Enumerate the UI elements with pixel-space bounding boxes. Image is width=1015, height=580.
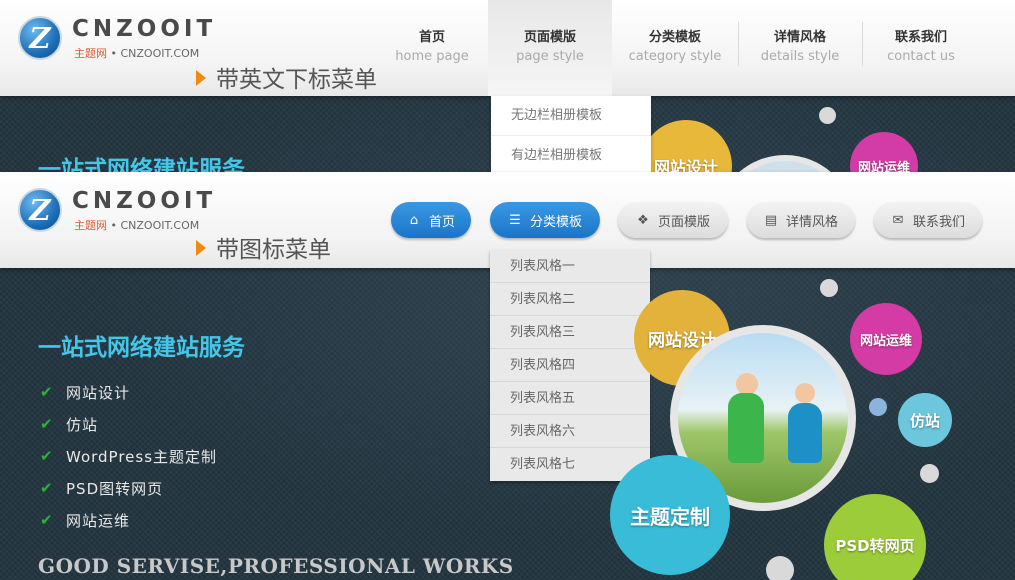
nav-pill-page-style[interactable]: ❖ 页面模版 [618,202,728,238]
check-icon: ✔ [40,415,54,433]
decor-dot [819,107,836,124]
feature-item: ✔ 仿站 [40,415,99,434]
dropdown-item[interactable]: 列表风格四 [490,349,650,382]
nav-pill-home[interactable]: ⌂ 首页 [391,202,471,238]
dropdown-category: 列表风格一 列表风格二 列表风格三 列表风格四 列表风格五 列表风格六 列表风格… [490,250,650,481]
envelope-icon: ✉ [892,212,904,228]
nav-item-details-style[interactable]: 详情风格 details style [738,0,862,96]
arrow-right-icon [196,70,206,86]
nav-pill-details-style[interactable]: ▤ 详情风格 [747,202,855,238]
logo-brand: CNZOOIT [72,188,217,214]
bubble-theme-custom: 主题定制 [610,455,730,575]
check-icon: ✔ [40,479,54,497]
dropdown-item[interactable]: 无边栏相册模板 [491,96,651,136]
feature-item: ✔ PSD图转网页 [40,479,164,498]
dropbox-icon: ❖ [637,212,649,228]
nav-pill-contact[interactable]: ✉ 联系我们 [874,202,982,238]
main-nav-english: 首页 home page 页面模版 page style 分类模板 catego… [376,0,980,96]
check-icon: ✔ [40,383,54,401]
logo[interactable]: Z CNZOOIT 主题网 • CNZOOIT.COM [18,186,218,236]
list-icon: ☰ [509,212,521,228]
dropdown-item[interactable]: 列表风格二 [490,283,650,316]
caption-english-subtitle-menu: 带英文下标菜单 [196,60,377,94]
dropdown-item[interactable]: 列表风格六 [490,415,650,448]
feature-item: ✔ WordPress主题定制 [40,447,218,466]
dropdown-item[interactable]: 列表风格三 [490,316,650,349]
nav-item-page-style[interactable]: 页面模版 page style [488,0,612,96]
feature-list: ✔ 网站设计 ✔ 仿站 ✔ WordPress主题定制 ✔ PSD图转网页 ✔ 网站运维 [40,376,217,536]
check-icon: ✔ [40,447,54,465]
dropdown-item[interactable]: 有边栏相册模板 [491,136,651,172]
dropdown-item[interactable]: 列表风格五 [490,382,650,415]
slogan: GOOD SERVISE,PROFESSIONAL WORKS [38,554,514,578]
arrow-right-icon [196,240,206,256]
nav-item-home[interactable]: 首页 home page [376,0,488,96]
hero-title: 一站式网络建站服务 [38,335,245,361]
logo-brand: CNZOOIT [72,16,217,42]
decor-dot [820,279,838,297]
dropdown-item[interactable]: 列表风格一 [490,250,650,283]
check-icon: ✔ [40,511,54,529]
header-english-subtitle-menu: Z CNZOOIT 主题网 • CNZOOIT.COM 带英文下标菜单 首页 h… [0,0,1015,96]
logo-subtitle: 主题网 • CNZOOIT.COM [74,219,200,232]
nav-item-category-style[interactable]: 分类模板 category style [612,0,738,96]
nav-pill-category[interactable]: ☰ 分类模板 [490,202,600,238]
bubble-clone-site: 仿站 [898,393,952,447]
logo[interactable]: Z CNZOOIT 主题网 • CNZOOIT.COM [18,14,218,64]
logo-subtitle: 主题网 • CNZOOIT.COM [74,47,200,60]
feature-item: ✔ 网站运维 [40,511,131,530]
logo-mark-icon: Z [18,16,62,60]
dropdown-page-style: 无边栏相册模板 有边栏相册模板 [491,96,651,172]
decor-dot [920,464,939,483]
logo-mark-icon: Z [18,188,62,232]
caption-icon-menu: 带图标菜单 [196,230,331,264]
home-icon: ⌂ [409,212,419,228]
bubble-site-ops: 网站运维 [850,303,922,375]
document-icon: ▤ [764,212,778,228]
nav-item-contact[interactable]: 联系我们 contact us [862,0,980,96]
decor-dot [766,556,794,580]
decor-dot [869,398,887,416]
feature-item: ✔ 网站设计 [40,383,131,402]
photo-circle-partial [715,155,855,172]
